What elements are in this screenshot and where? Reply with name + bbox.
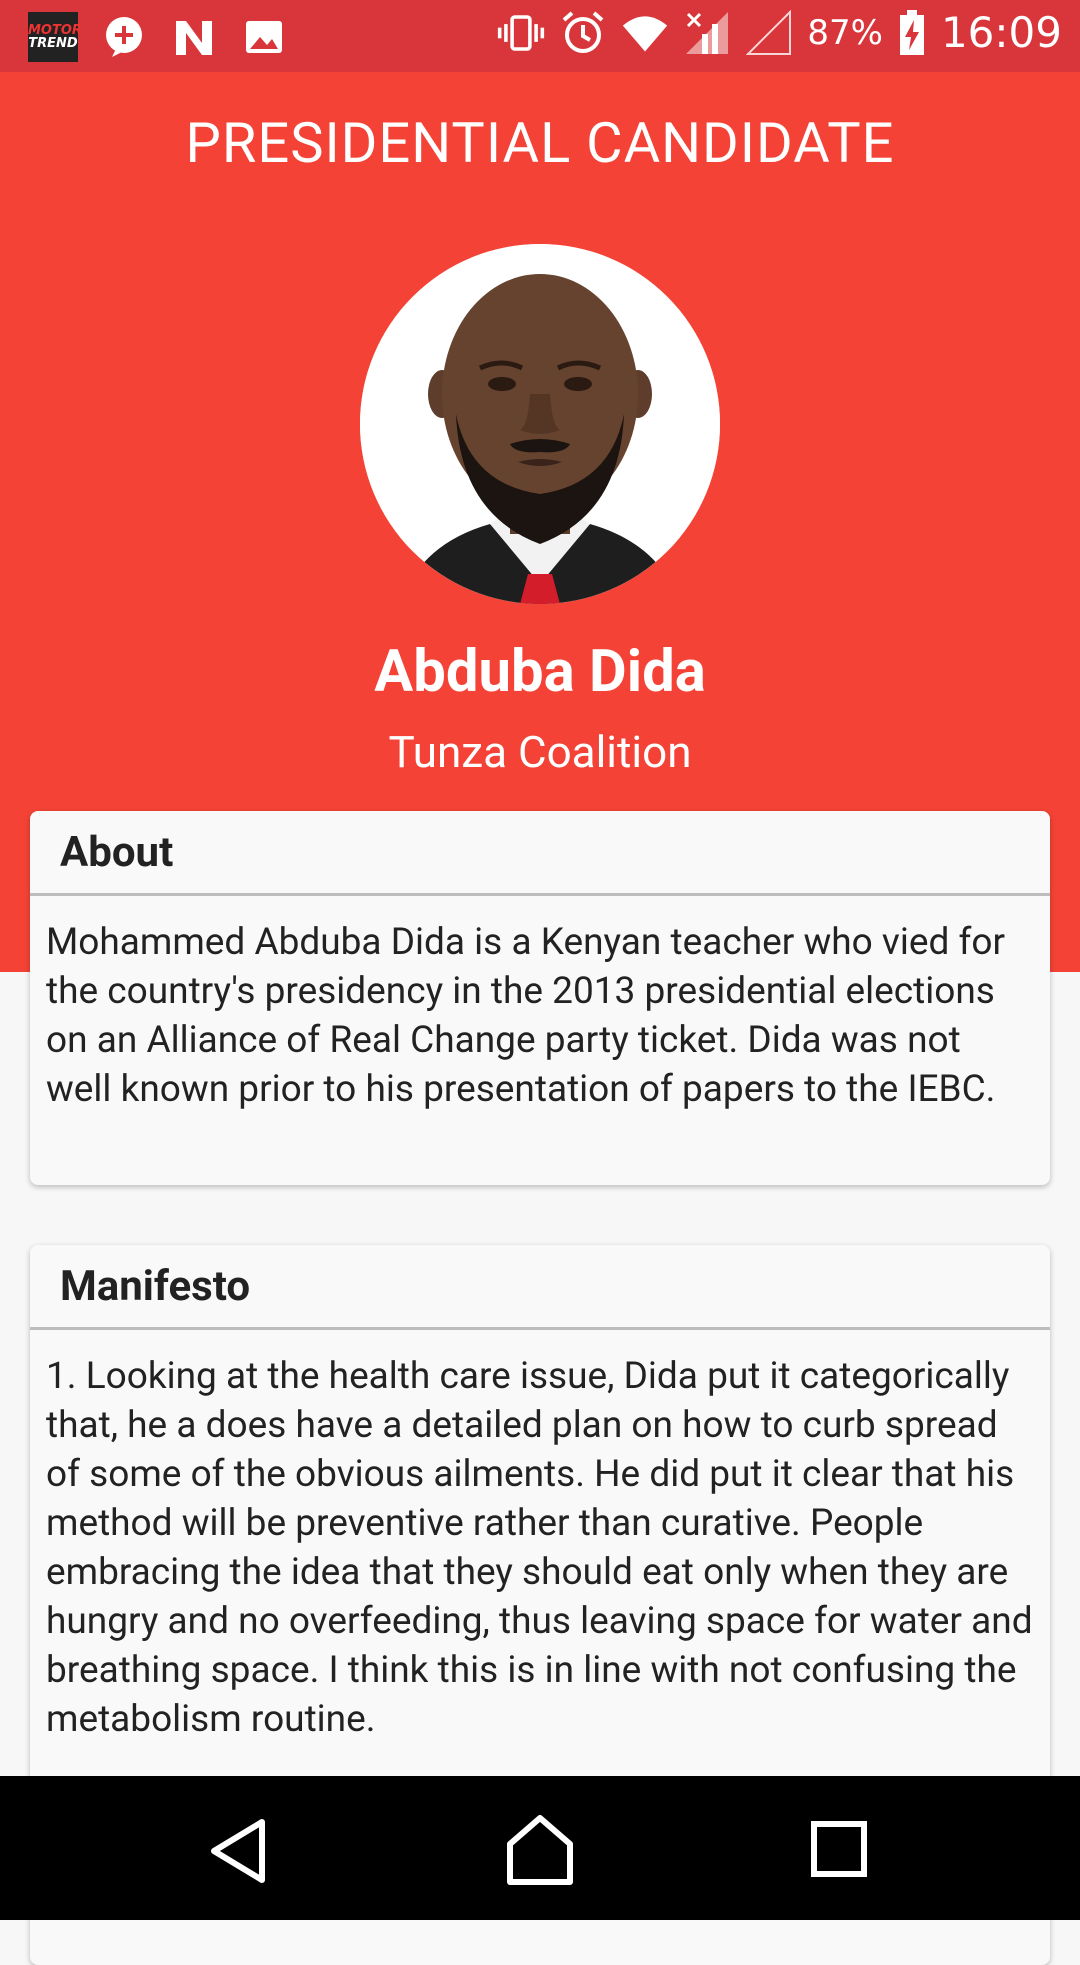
signal-empty-icon: [745, 9, 793, 57]
vibrate-icon: [497, 9, 545, 57]
about-text: Mohammed Abduba Dida is a Kenyan teacher…: [46, 921, 1006, 1111]
wifi-icon: [621, 9, 669, 57]
add-notification-icon: [100, 13, 148, 61]
candidate-name: Abduba Dida: [374, 638, 706, 706]
motor-trend-text-bottom: TREND: [28, 36, 78, 51]
navigation-bar: [0, 1776, 1080, 1920]
back-icon[interactable]: [200, 1816, 280, 1886]
home-icon[interactable]: [500, 1812, 580, 1888]
about-card: About Mohammed Abduba Dida is a Kenyan t…: [30, 811, 1050, 1185]
candidate-party: Tunza Coalition: [388, 726, 692, 778]
manifesto-heading: Manifesto: [30, 1245, 1050, 1330]
battery-charging-icon: [897, 9, 927, 57]
n-app-icon: [170, 13, 218, 61]
motor-trend-app-icon: MOTOR TREND: [28, 12, 82, 62]
battery-percent: 87%: [807, 12, 883, 53]
manifesto-text: 1. Looking at the health care issue, Did…: [46, 1355, 1033, 1741]
status-bar: MOTOR TREND 87% 16:09: [0, 0, 1080, 72]
about-heading: About: [30, 811, 1050, 896]
recents-icon[interactable]: [808, 1818, 872, 1882]
signal-x-icon: [683, 9, 731, 57]
image-icon: [240, 13, 288, 61]
candidate-avatar: [360, 244, 720, 604]
clock: 16:09: [940, 8, 1062, 57]
page-title: PRESIDENTIAL CANDIDATE: [185, 110, 895, 176]
alarm-icon: [559, 9, 607, 57]
